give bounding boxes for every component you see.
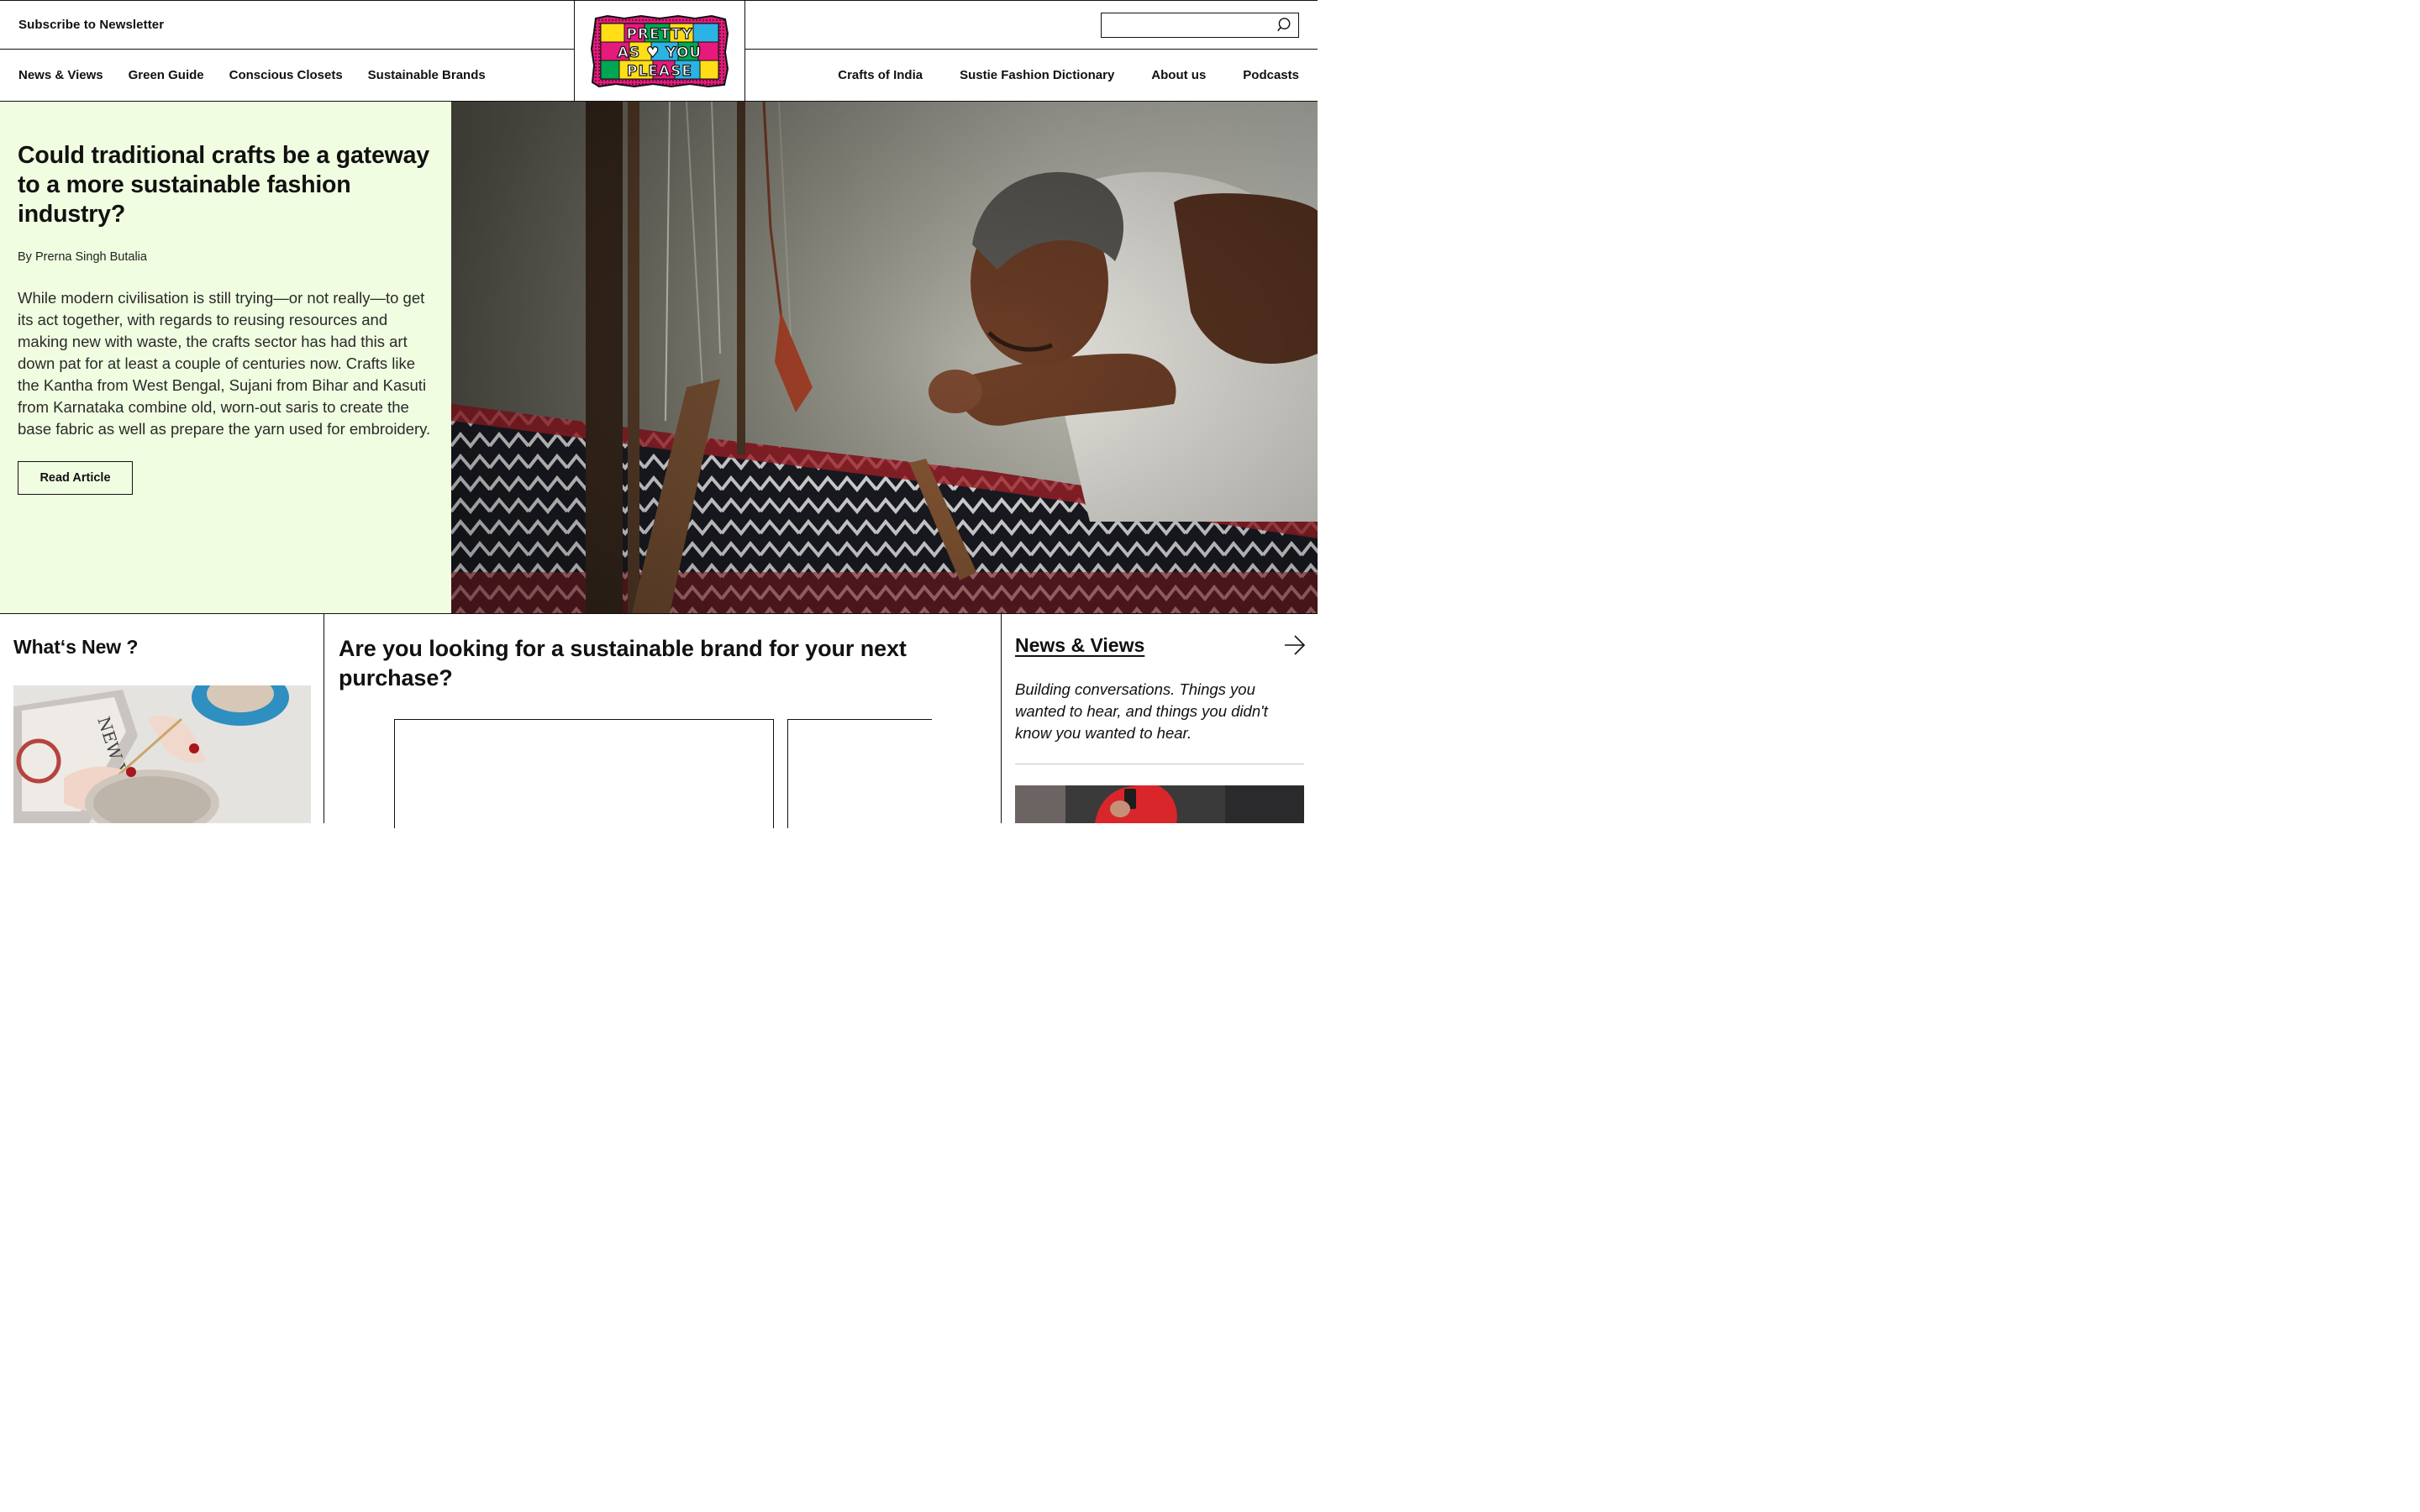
logo-cell: PRETTY AS ♥ YOU PLEASE bbox=[574, 1, 745, 102]
search-input[interactable] bbox=[1102, 13, 1270, 35]
news-views-column: News & Views Building conversations. Thi… bbox=[1002, 614, 1318, 823]
search-icon[interactable] bbox=[1277, 17, 1293, 33]
hero-section: Could traditional crafts be a gateway to… bbox=[0, 102, 1318, 614]
brand-finder-heading: Are you looking for a sustainable brand … bbox=[339, 636, 907, 690]
whats-new-image[interactable]: NEW YORKER bbox=[13, 685, 311, 823]
news-views-image[interactable] bbox=[1015, 785, 1304, 823]
hero-title[interactable]: Could traditional crafts be a gateway to… bbox=[18, 141, 434, 229]
header-right: Crafts of India Sustie Fashion Dictionar… bbox=[745, 1, 1318, 102]
read-article-button[interactable]: Read Article bbox=[18, 461, 133, 495]
hero-image-weaver[interactable] bbox=[451, 102, 1318, 613]
nav-about-us[interactable]: About us bbox=[1151, 68, 1206, 82]
whats-new-column: What‘s New ? NEW YORKER bbox=[0, 614, 324, 823]
site-logo[interactable]: PRETTY AS ♥ YOU PLEASE bbox=[591, 15, 729, 87]
nav-conscious-closets[interactable]: Conscious Closets bbox=[229, 68, 343, 82]
hero-text-panel: Could traditional crafts be a gateway to… bbox=[0, 102, 451, 613]
whats-new-heading: What‘s New ? bbox=[13, 636, 139, 658]
nav-sustie-fashion-dictionary[interactable]: Sustie Fashion Dictionary bbox=[960, 68, 1114, 82]
brand-card[interactable] bbox=[787, 719, 932, 828]
site-header: Subscribe to Newsletter News & Views Gre… bbox=[0, 0, 1318, 102]
svg-text:AS ♥ YOU: AS ♥ YOU bbox=[618, 45, 702, 61]
hero-excerpt: While modern civilisation is still tryin… bbox=[18, 289, 431, 438]
primary-nav-left: News & Views Green Guide Conscious Close… bbox=[0, 50, 574, 101]
news-views-heading[interactable]: News & Views bbox=[1015, 634, 1304, 657]
brand-card[interactable] bbox=[394, 719, 774, 828]
subscribe-newsletter-link[interactable]: Subscribe to Newsletter bbox=[18, 18, 164, 32]
primary-nav-right: Crafts of India Sustie Fashion Dictionar… bbox=[745, 50, 1318, 101]
svg-text:PLEASE: PLEASE bbox=[627, 63, 692, 80]
nav-green-guide[interactable]: Green Guide bbox=[129, 68, 204, 82]
bottom-row: What‘s New ? NEW YORKER Are you looking … bbox=[0, 614, 1318, 828]
hero-author: By Prerna Singh Butalia bbox=[18, 250, 147, 264]
nav-sustainable-brands[interactable]: Sustainable Brands bbox=[368, 68, 486, 82]
search-box bbox=[1101, 13, 1299, 38]
arrow-right-icon[interactable] bbox=[1284, 634, 1306, 656]
news-views-description: Building conversations. Things you wante… bbox=[1015, 680, 1268, 742]
brand-finder-column: Are you looking for a sustainable brand … bbox=[324, 614, 1002, 828]
search-bar bbox=[745, 1, 1318, 50]
svg-text:PRETTY: PRETTY bbox=[626, 26, 692, 43]
nav-news-views[interactable]: News & Views bbox=[18, 68, 103, 82]
header-left: Subscribe to Newsletter News & Views Gre… bbox=[0, 1, 574, 102]
newsletter-bar: Subscribe to Newsletter bbox=[0, 1, 574, 50]
nav-crafts-of-india[interactable]: Crafts of India bbox=[838, 68, 923, 82]
nav-podcasts[interactable]: Podcasts bbox=[1243, 68, 1299, 82]
